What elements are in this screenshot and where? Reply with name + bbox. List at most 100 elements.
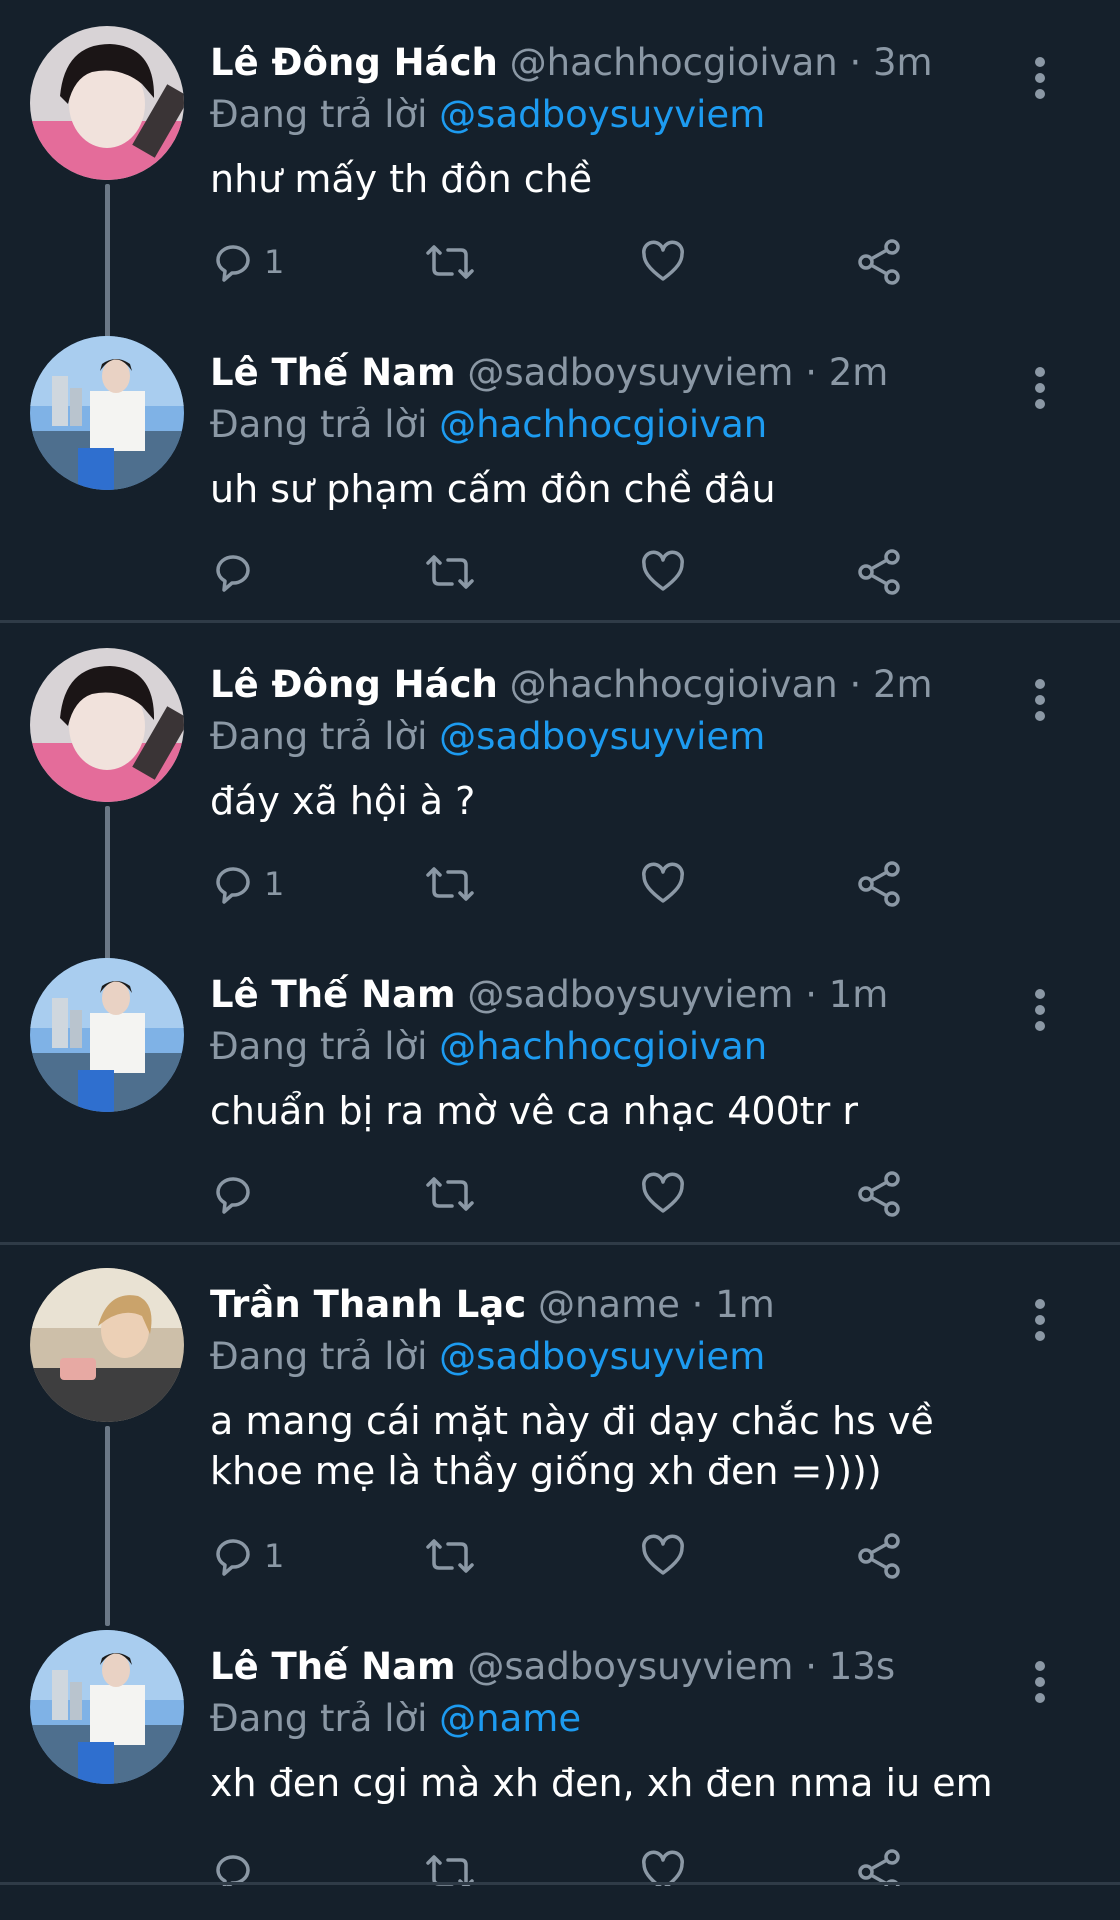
reply-button[interactable] <box>210 1842 264 1886</box>
replying-mention[interactable]: @sadboysuyviem <box>439 715 765 758</box>
reply-button[interactable]: 1 <box>210 854 284 914</box>
retweet-icon <box>422 1849 478 1886</box>
author-name[interactable]: Lê Đông Hách <box>210 41 498 84</box>
reply-button[interactable]: 1 <box>210 232 284 292</box>
author-name[interactable]: Lê Thế Nam <box>210 1645 456 1688</box>
like-button[interactable] <box>640 1164 686 1224</box>
share-button[interactable] <box>854 232 904 292</box>
timestamp[interactable]: 1m <box>829 973 889 1016</box>
replying-to-line: Đang trả lời @sadboysuyviem <box>210 90 765 140</box>
replying-prefix: Đang trả lời <box>210 715 428 758</box>
replying-mention[interactable]: @name <box>439 1697 581 1740</box>
author-handle[interactable]: @hachhocgioivan <box>510 663 838 706</box>
tweet-header: Lê Thế Nam @sadboysuyviem · 1m <box>210 970 888 1020</box>
more-options-icon[interactable] <box>1030 1298 1050 1342</box>
author-name[interactable]: Trần Thanh Lạc <box>210 1283 526 1326</box>
replying-mention[interactable]: @hachhocgioivan <box>439 1025 767 1068</box>
tweet-text: xh đen cgi mà xh đen, xh đen nma iu em <box>210 1761 993 1805</box>
reply-count: 1 <box>264 1537 285 1575</box>
like-button[interactable] <box>640 1842 686 1886</box>
share-button[interactable] <box>854 542 904 602</box>
tweet-text: a mang cái mặt này đi dạy chắc hs về kho… <box>210 1399 946 1493</box>
reply-icon <box>210 549 256 595</box>
avatar-le-the-nam[interactable] <box>30 336 184 490</box>
reply-button[interactable]: 1 <box>210 1526 284 1586</box>
reply-button[interactable] <box>210 542 264 602</box>
thread-line <box>105 1426 110 1626</box>
like-button[interactable] <box>640 232 686 292</box>
tweet-actions <box>210 1842 1030 1886</box>
heart-icon <box>640 861 686 907</box>
author-name[interactable]: Lê Đông Hách <box>210 663 498 706</box>
retweet-button[interactable] <box>422 542 478 602</box>
bottom-divider <box>0 1882 1120 1885</box>
more-options-icon[interactable] <box>1030 1660 1050 1704</box>
more-options-icon[interactable] <box>1030 678 1050 722</box>
replying-prefix: Đang trả lời <box>210 1335 428 1378</box>
author-name[interactable]: Lê Thế Nam <box>210 351 456 394</box>
timestamp[interactable]: 3m <box>873 41 933 84</box>
thread-divider <box>0 620 1120 623</box>
separator-dot: · <box>805 351 829 394</box>
retweet-icon <box>422 1533 478 1579</box>
avatar-tran-thanh-lac[interactable] <box>30 1268 184 1422</box>
tweet-text: uh sư phạm cấm đôn chề đâu <box>210 467 776 511</box>
share-button[interactable] <box>854 1526 904 1586</box>
like-button[interactable] <box>640 542 686 602</box>
separator-dot: · <box>805 973 829 1016</box>
separator-dot: · <box>849 663 874 706</box>
more-options-icon[interactable] <box>1030 988 1050 1032</box>
retweet-button[interactable] <box>422 1164 478 1224</box>
avatar-le-the-nam[interactable] <box>30 1630 184 1784</box>
author-handle[interactable]: @hachhocgioivan <box>510 41 838 84</box>
replying-to-line: Đang trả lời @hachhocgioivan <box>210 1022 767 1072</box>
heart-icon <box>640 1849 686 1886</box>
replying-mention[interactable]: @hachhocgioivan <box>439 403 767 446</box>
retweet-icon <box>422 861 478 907</box>
share-button[interactable] <box>854 1164 904 1224</box>
share-icon <box>854 1169 904 1219</box>
avatar-le-the-nam[interactable] <box>30 958 184 1112</box>
author-name[interactable]: Lê Thế Nam <box>210 973 456 1016</box>
tweet-header: Lê Thế Nam @sadboysuyviem · 2m <box>210 348 888 398</box>
replying-mention[interactable]: @sadboysuyviem <box>439 93 765 136</box>
retweet-button[interactable] <box>422 232 478 292</box>
tweet-actions: 1 <box>210 1526 1030 1586</box>
replying-to-line: Đang trả lời @hachhocgioivan <box>210 400 767 450</box>
timestamp[interactable]: 2m <box>829 351 889 394</box>
reply-button[interactable] <box>210 1164 264 1224</box>
timestamp[interactable]: 1m <box>715 1283 775 1326</box>
reply-icon <box>210 1533 256 1579</box>
author-handle[interactable]: @name <box>538 1283 680 1326</box>
like-button[interactable] <box>640 854 686 914</box>
timestamp[interactable]: 13s <box>829 1645 895 1688</box>
author-handle[interactable]: @sadboysuyviem <box>467 1645 793 1688</box>
like-button[interactable] <box>640 1526 686 1586</box>
replying-to-line: Đang trả lời @sadboysuyviem <box>210 712 765 762</box>
retweet-icon <box>422 549 478 595</box>
share-button[interactable] <box>854 854 904 914</box>
replying-prefix: Đang trả lời <box>210 93 428 136</box>
reply-count: 1 <box>264 865 285 903</box>
share-button[interactable] <box>854 1842 904 1886</box>
retweet-icon <box>422 1171 478 1217</box>
retweet-button[interactable] <box>422 854 478 914</box>
reply-icon <box>210 1849 256 1886</box>
tweet-header: Lê Thế Nam @sadboysuyviem · 13s <box>210 1642 895 1692</box>
tweet-header: Lê Đông Hách @hachhocgioivan · 3m <box>210 38 933 88</box>
more-options-icon[interactable] <box>1030 56 1050 100</box>
heart-icon <box>640 1533 686 1579</box>
author-handle[interactable]: @sadboysuyviem <box>467 351 793 394</box>
replying-mention[interactable]: @sadboysuyviem <box>439 1335 765 1378</box>
replying-prefix: Đang trả lời <box>210 1025 428 1068</box>
retweet-button[interactable] <box>422 1842 478 1886</box>
avatar-le-dong-hach[interactable] <box>30 26 184 180</box>
more-options-icon[interactable] <box>1030 366 1050 410</box>
timestamp[interactable]: 2m <box>873 663 933 706</box>
separator-dot: · <box>805 1645 829 1688</box>
avatar-le-dong-hach[interactable] <box>30 648 184 802</box>
replying-prefix: Đang trả lời <box>210 1697 428 1740</box>
retweet-button[interactable] <box>422 1526 478 1586</box>
author-handle[interactable]: @sadboysuyviem <box>467 973 793 1016</box>
replying-prefix: Đang trả lời <box>210 403 428 446</box>
